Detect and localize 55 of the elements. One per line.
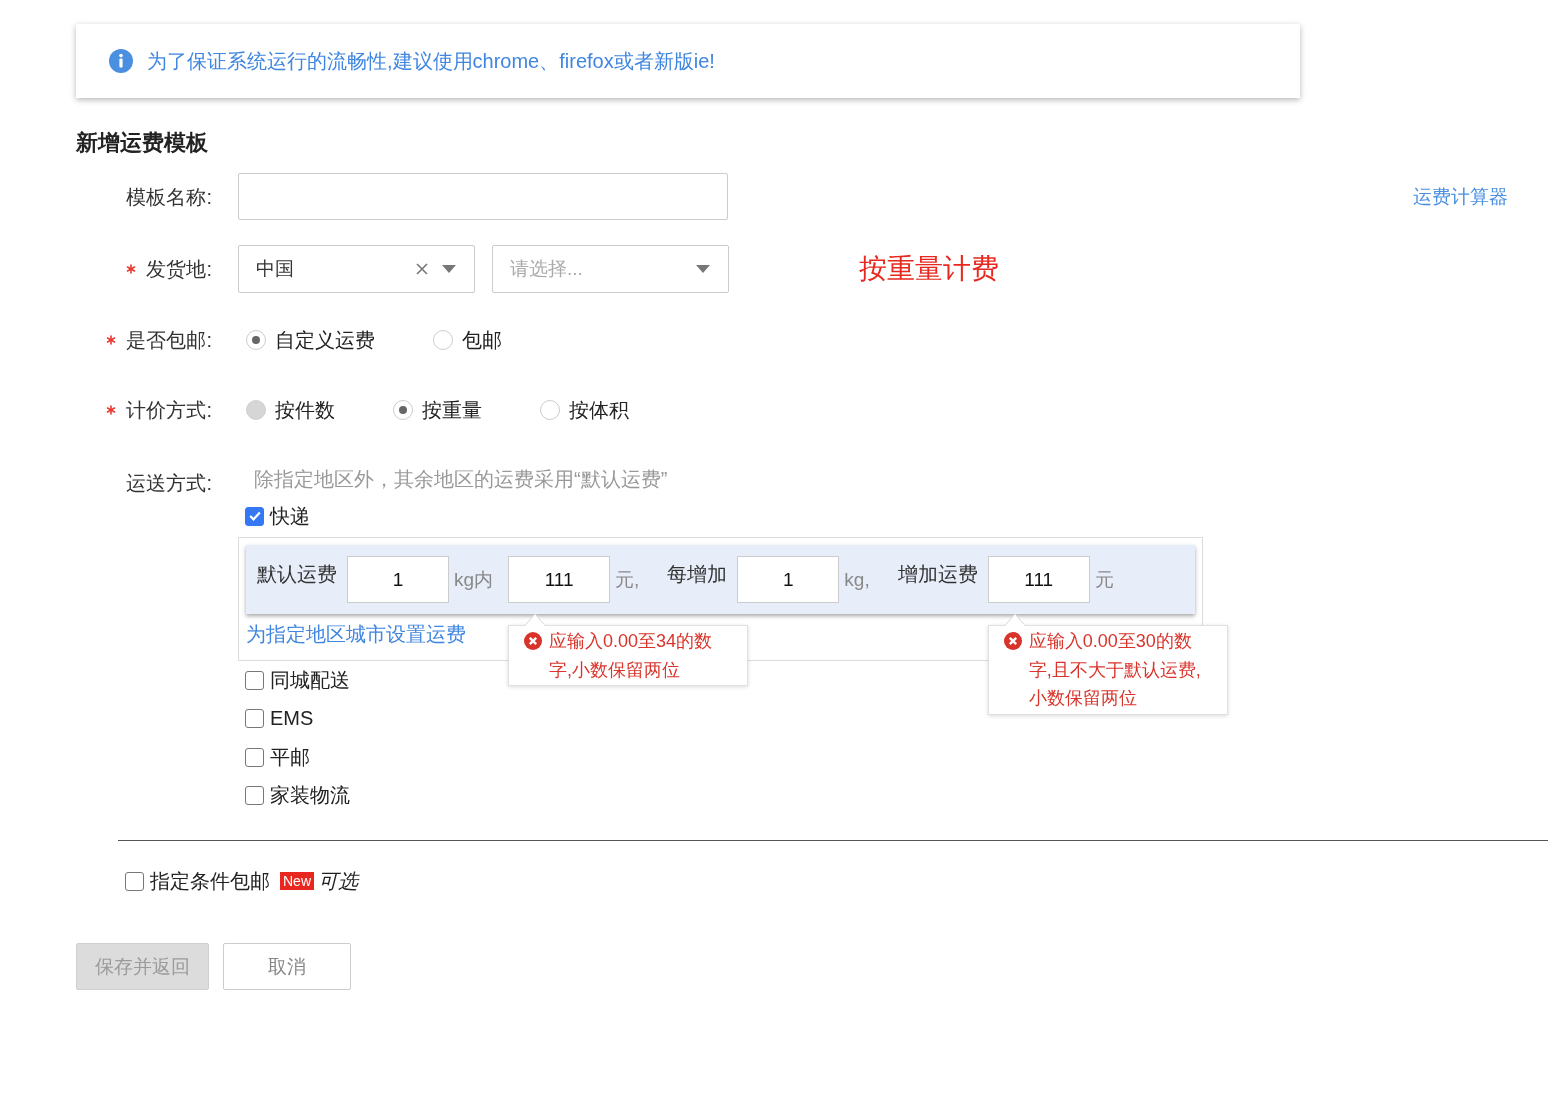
fee-label: 默认运费 [257, 562, 337, 587]
fee-label: 每增加 [667, 562, 728, 587]
checkbox-label: 平邮 [270, 744, 310, 770]
info-icon [109, 49, 133, 73]
radio-label: 按件数 [275, 397, 335, 423]
caret-icon [696, 265, 710, 273]
optional-text: 可选 [318, 868, 358, 894]
checkbox-label: 同城配送 [270, 667, 350, 693]
radio-label: 按重量 [422, 397, 482, 423]
radio-button[interactable] [246, 330, 266, 350]
error-message: 应输入0.00至30的数字,且不大于默认运费,小数保留两位 [1028, 630, 1202, 710]
checkbox[interactable] [245, 506, 264, 526]
new-badge: New [280, 872, 314, 890]
radio-label: 按体积 [569, 397, 629, 423]
field-label: 模板名称: [126, 184, 212, 210]
radio-label: 自定义运费 [275, 327, 375, 353]
field-label: 是否包邮: [126, 328, 212, 353]
pricing-note: 按重量计费 [859, 252, 999, 286]
checkbox[interactable] [125, 871, 144, 891]
input-field[interactable]: 1 [347, 556, 449, 603]
radio-button[interactable] [393, 400, 413, 420]
radio-button[interactable] [540, 400, 560, 420]
fee-label: 增加运费 [897, 562, 978, 587]
input-field[interactable]: 111 [987, 556, 1090, 603]
checkbox-label: 快递 [270, 503, 310, 529]
select-field[interactable]: 中国 [238, 245, 475, 293]
error-message: 应输入0.00至34的数字,小数保留两位 [549, 630, 714, 682]
error-icon [1003, 632, 1022, 650]
radio-button[interactable] [433, 330, 453, 350]
cancel-button[interactable]: 取消 [223, 943, 351, 990]
checkbox[interactable] [245, 747, 264, 767]
radio-label: 包邮 [462, 327, 502, 353]
unit-label: 元, [615, 567, 640, 592]
checkbox[interactable] [245, 786, 264, 806]
caret-icon [442, 265, 456, 273]
error-icon [524, 632, 543, 650]
checkbox[interactable] [245, 670, 264, 690]
notice-text: 为了保证系统运行的流畅性,建议使用chrome、firefox或者新版ie! [147, 48, 715, 74]
checkbox-label: 指定条件包邮 [150, 868, 270, 894]
unit-label: kg, [844, 568, 870, 591]
check-icon [248, 511, 261, 521]
form-title: 新增运费模板 [76, 130, 208, 156]
unit-label: kg内 [454, 567, 494, 592]
checkbox-label: EMS [270, 707, 314, 731]
field-label: 发货地: [146, 257, 212, 282]
checkbox-label: 家装物流 [270, 783, 350, 809]
input-field[interactable] [238, 173, 728, 220]
region-fee-link[interactable]: 为指定地区城市设置运费 [246, 622, 466, 646]
unit-label: 元 [1094, 567, 1114, 592]
field-label: 计价方式: [126, 398, 212, 423]
input-field[interactable]: 111 [508, 556, 611, 603]
hint-text: 除指定地区外，其余地区的运费采用“默认运费” [253, 467, 668, 492]
input-field[interactable]: 1 [737, 556, 840, 603]
field-label: 运送方式: [126, 471, 212, 496]
checkbox[interactable] [245, 709, 264, 729]
